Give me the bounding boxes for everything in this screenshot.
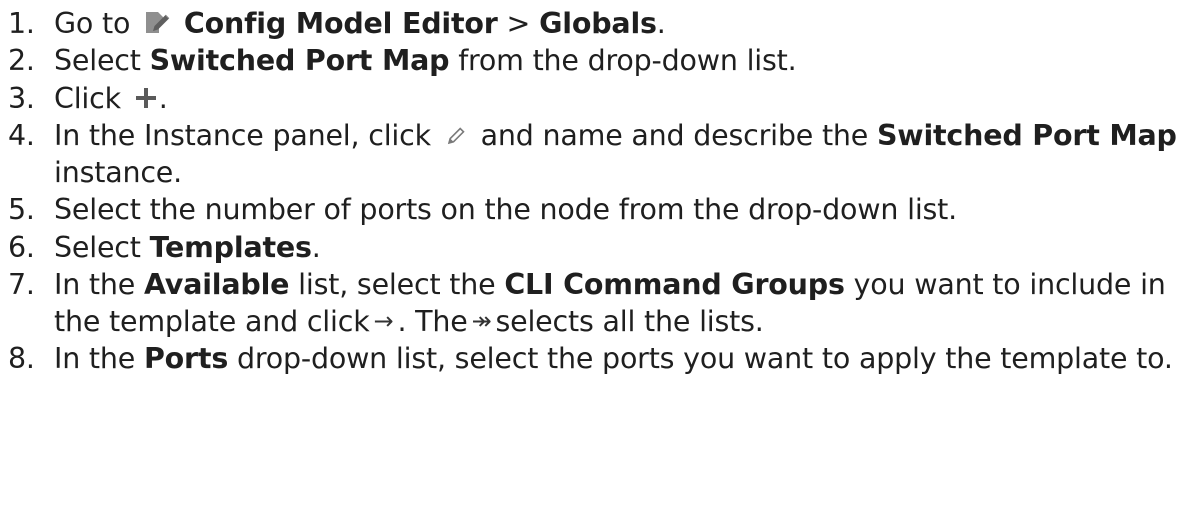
step-number: 6. [8,230,35,264]
step-6: 6. Select Templates. [8,230,1200,266]
config-model-editor-icon [146,12,170,33]
step-2: 2. Select Switched Port Map from the dro… [8,43,1200,79]
move-all-arrow-icon: ↠ [471,306,492,335]
step-text: Select Switched Port Map from the drop-d… [54,44,797,78]
step-text: In the Available list, select the CLI Co… [54,268,1166,338]
step-number: 7. [8,268,35,302]
step-number: 5. [8,193,35,227]
step-7: 7. In the Available list, select the CLI… [8,267,1200,340]
step-text: Click . [54,81,168,115]
step-8: 8. In the Ports drop-down list, select t… [8,341,1200,377]
step-text: In the Ports drop-down list, select the … [54,342,1173,376]
step-number: 8. [8,342,35,376]
step-number: 2. [8,44,35,78]
step-number: 1. [8,7,35,40]
pencil-icon [447,127,465,145]
step-4: 4. In the Instance panel, click and name… [8,118,1200,191]
step-text: Select Templates. [54,230,321,264]
plus-icon [135,87,156,108]
step-5: 5. Select the number of ports on the nod… [8,192,1200,228]
instruction-list: 1. Go to Config Model Editor > Globals. … [0,0,1200,378]
step-text: In the Instance panel, click and name an… [54,119,1177,189]
move-right-arrow-icon: → [373,306,394,335]
step-1: 1. Go to Config Model Editor > Globals. [8,6,1200,42]
step-text: Select the number of ports on the node f… [54,193,958,227]
step-3: 3. Click . [8,81,1200,117]
step-text: Go to Config Model Editor > Globals. [54,7,666,40]
step-number: 3. [8,81,35,115]
step-number: 4. [8,119,35,153]
